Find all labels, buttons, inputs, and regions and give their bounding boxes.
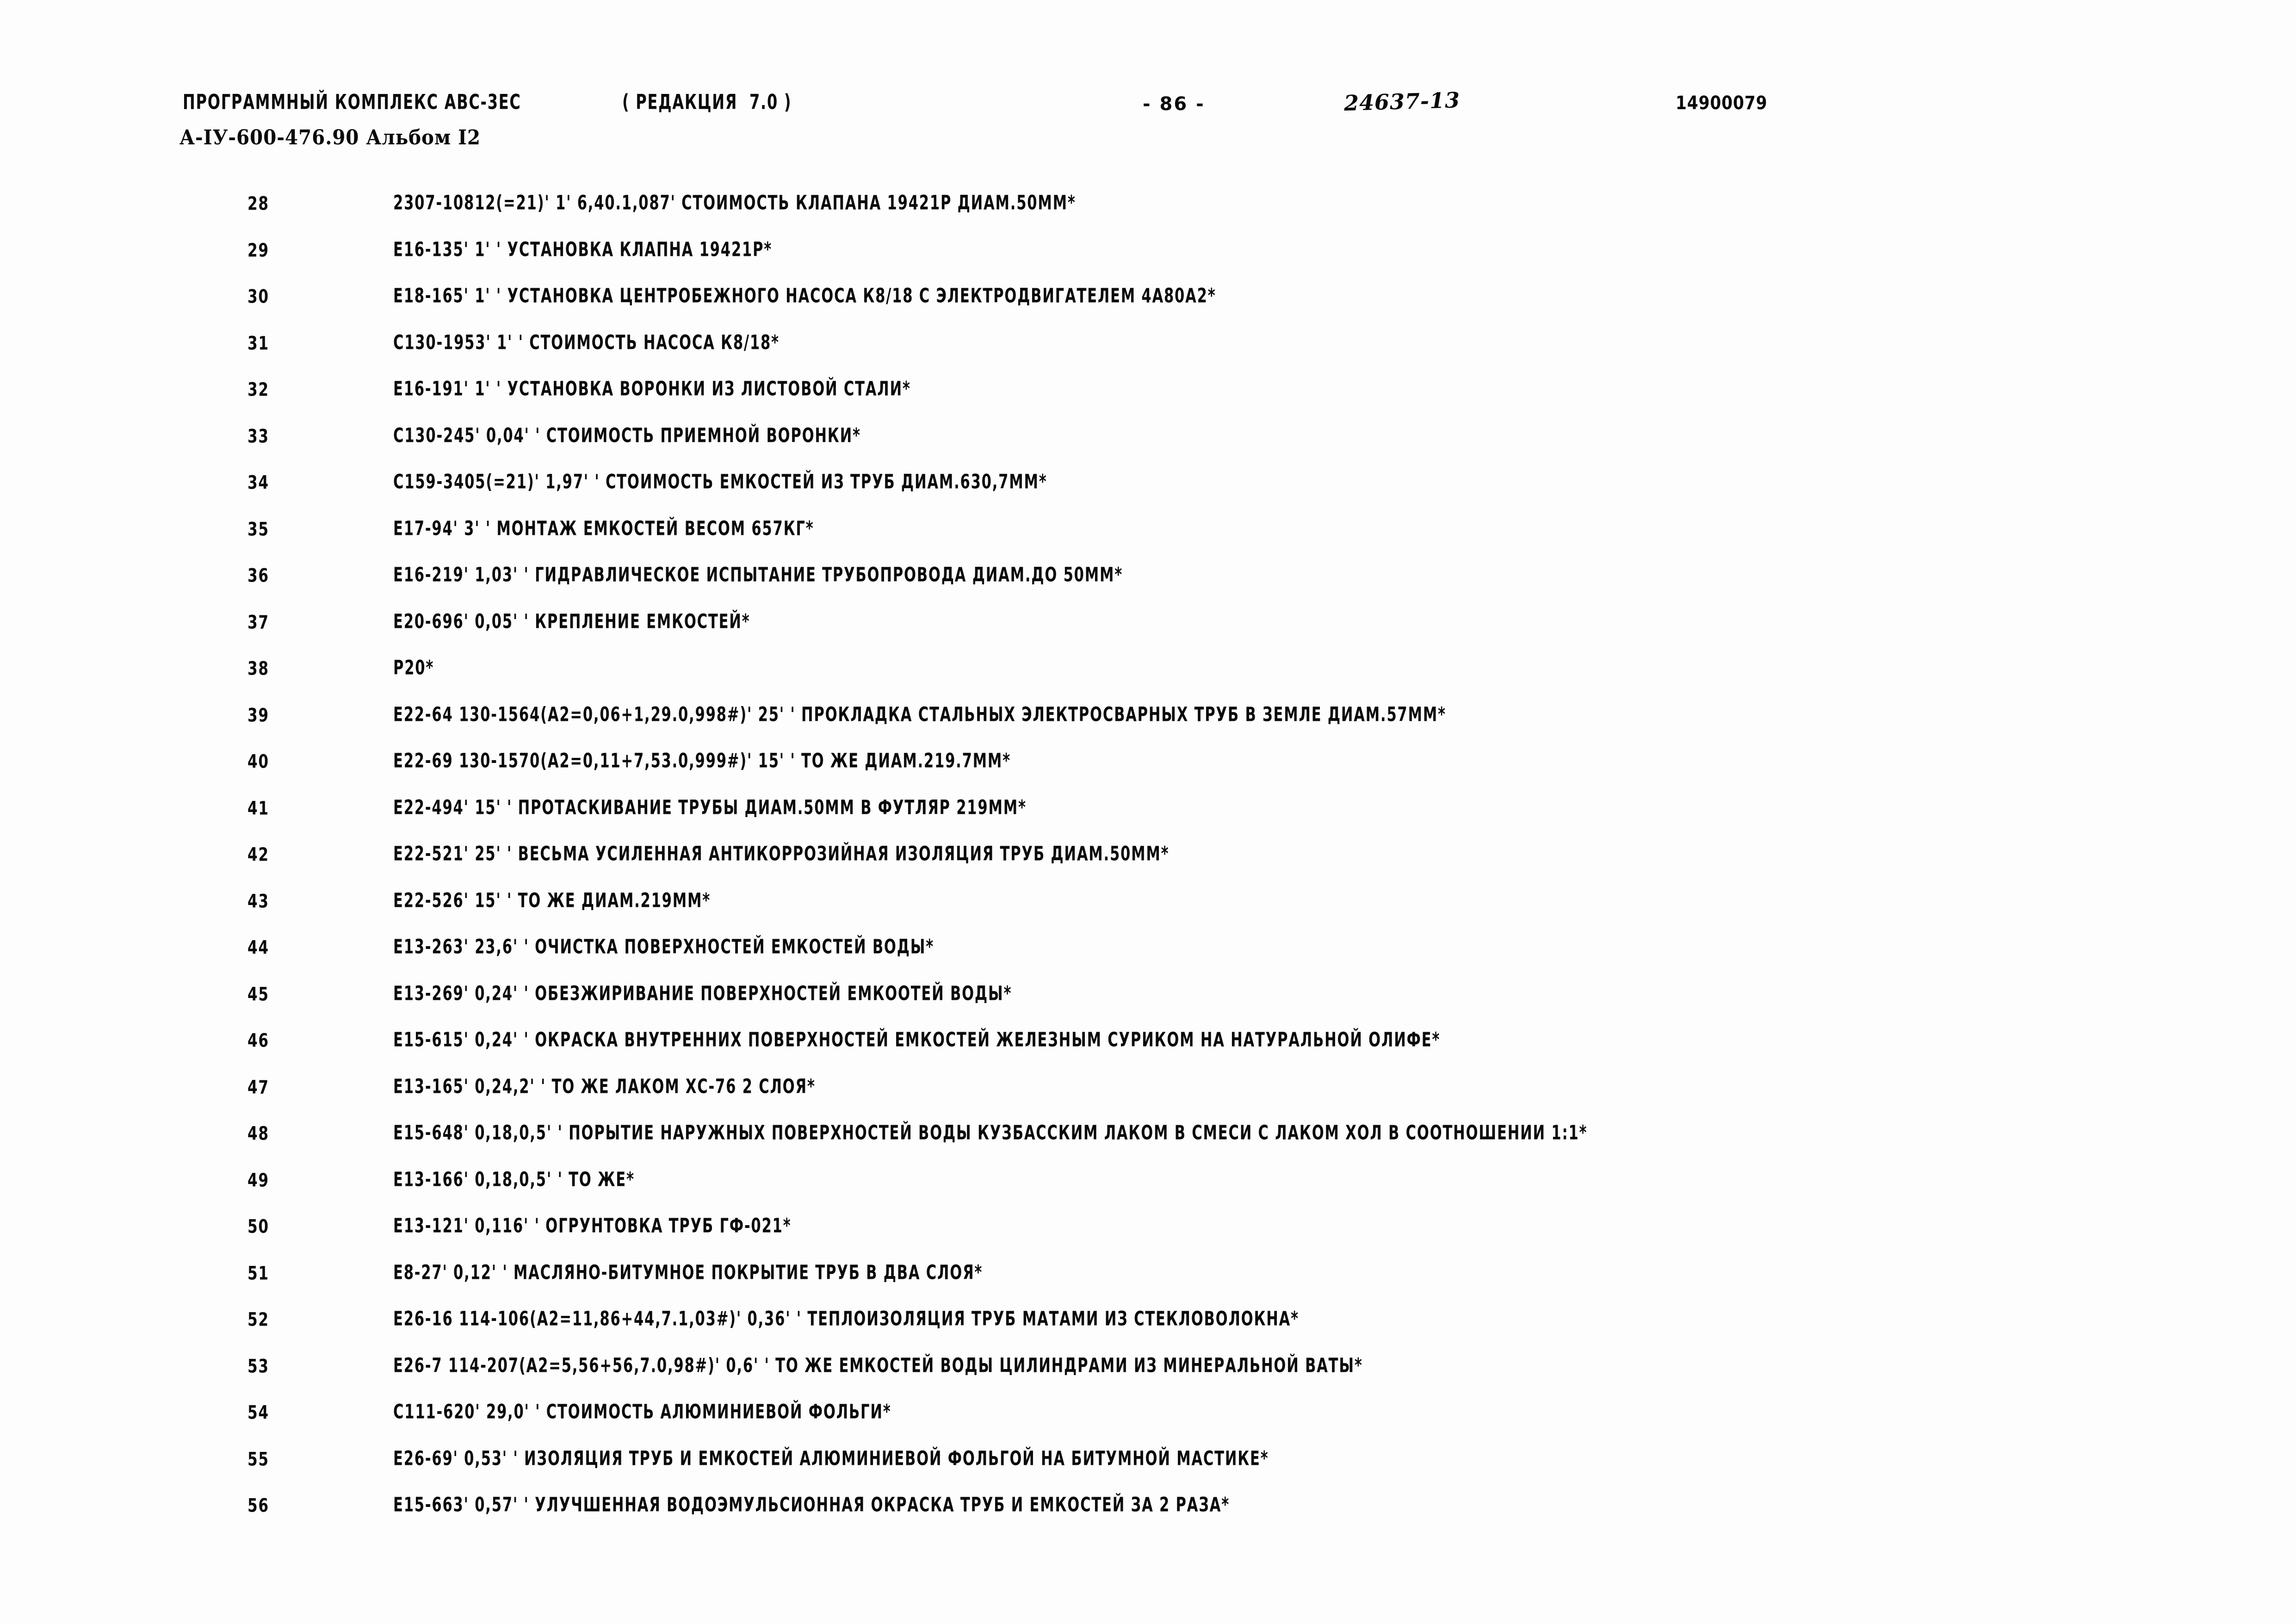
listing-row: 36 Е16-219' 1,03' ' ГИДРАВЛИЧЕСКОЕ ИСПЫТА…	[0, 557, 2296, 604]
listing-row: 29 Е16-135' 1' ' УСТАНОВКА КЛАПНА 19421Р*	[0, 232, 2296, 279]
listing-row: 49 Е13-166' 0,18,0,5' ' ТО ЖЕ*	[0, 1162, 2296, 1209]
row-text: Р20*	[393, 656, 434, 680]
listing-row: 40 Е22-69 130-1570(А2=0,11+7,53.0,999#)' …	[0, 743, 2296, 790]
program-title: ПРОГРАММНЫЙ КОМПЛЕКС АВС-3ЕС	[183, 90, 521, 114]
row-number: 38	[248, 657, 269, 680]
row-number: 45	[248, 983, 269, 1005]
row-number: 51	[248, 1262, 269, 1284]
row-text: Е22-64 130-1564(А2=0,06+1,29.0,998#)' 25…	[393, 703, 1446, 726]
row-number: 42	[248, 843, 269, 866]
row-number: 36	[248, 564, 269, 587]
page-header: ПРОГРАММНЫЙ КОМПЛЕКС АВС-3ЕС ( РЕДАКЦИЯ …	[0, 0, 2296, 157]
handwritten-stamp: 24637-13	[1343, 87, 1461, 116]
listing-row: 45 Е13-269' 0,24' ' ОБЕЗЖИРИВАНИЕ ПОВЕРХН…	[0, 976, 2296, 1023]
listing-row: 47 Е13-165' 0,24,2' ' ТО ЖЕ ЛАКОМ ХС-76 2…	[0, 1069, 2296, 1116]
listing-row: 51 Е8-27' 0,12' ' МАСЛЯНО-БИТУМНОЕ ПОКРЫТ…	[0, 1255, 2296, 1302]
listing-row: 31 С130-1953' 1' ' СТОИМОСТЬ НАСОСА К8/18…	[0, 325, 2296, 372]
row-number: 46	[248, 1029, 269, 1052]
document-code: А-IУ-600-476.90 Альбом I2	[179, 126, 481, 149]
row-text: Е22-526' 15' ' ТО ЖЕ ДИАМ.219ММ*	[393, 889, 711, 912]
row-number: 52	[248, 1308, 269, 1331]
row-text: Е13-269' 0,24' ' ОБЕЗЖИРИВАНИЕ ПОВЕРХНОС…	[393, 982, 1012, 1005]
row-text: Е15-615' 0,24' ' ОКРАСКА ВНУТРЕННИХ ПОВЕ…	[393, 1028, 1441, 1052]
listing-row: 30 Е18-165' 1' ' УСТАНОВКА ЦЕНТРОБЕЖНОГО …	[0, 278, 2296, 325]
listing-row: 37 Е20-696' 0,05' ' КРЕПЛЕНИЕ ЕМКОСТЕЙ*	[0, 604, 2296, 651]
page-number: - 86 -	[1143, 93, 1205, 115]
row-text: Е26-16 114-106(А2=11,86+44,7.1,03#)' 0,3…	[393, 1307, 1299, 1331]
row-number: 56	[248, 1494, 269, 1517]
row-text: Е13-121' 0,116' ' ОГРУНТОВКА ТРУБ ГФ-021…	[393, 1214, 792, 1238]
row-number: 30	[248, 285, 269, 308]
listing-row: 44 Е13-263' 23,6' ' ОЧИСТКА ПОВЕРХНОСТЕЙ …	[0, 929, 2296, 976]
listing-row: 55 Е26-69' 0,53' ' ИЗОЛЯЦИЯ ТРУБ И ЕМКОСТ…	[0, 1441, 2296, 1488]
listing-row: 56 Е15-663' 0,57' ' УЛУЧШЕННАЯ ВОДОЭМУЛЬС…	[0, 1487, 2296, 1534]
row-text: Е26-69' 0,53' ' ИЗОЛЯЦИЯ ТРУБ И ЕМКОСТЕЙ…	[393, 1447, 1269, 1470]
listing-row: 54 С111-620' 29,0' ' СТОИМОСТЬ АЛЮМИНИЕВО…	[0, 1394, 2296, 1441]
row-number: 41	[248, 797, 269, 819]
row-number: 33	[248, 425, 269, 447]
row-text: 2307-10812(=21)' 1' 6,40.1,087' СТОИМОСТ…	[393, 191, 1076, 215]
listing-row: 46 Е15-615' 0,24' ' ОКРАСКА ВНУТРЕННИХ ПО…	[0, 1022, 2296, 1069]
row-number: 40	[248, 750, 269, 773]
row-number: 31	[248, 332, 269, 354]
row-number: 29	[248, 239, 269, 261]
row-number: 54	[248, 1401, 269, 1424]
row-text: С130-245' 0,04' ' СТОИМОСТЬ ПРИЕМНОЙ ВОР…	[393, 424, 861, 447]
row-number: 34	[248, 471, 269, 494]
row-number: 35	[248, 518, 269, 540]
row-number: 28	[248, 192, 269, 215]
row-text: Е15-648' 0,18,0,5' ' ПОРЫТИЕ НАРУЖНЫХ ПО…	[393, 1121, 1588, 1145]
row-text: Е13-165' 0,24,2' ' ТО ЖЕ ЛАКОМ ХС-76 2 С…	[393, 1075, 816, 1098]
listing-row: 53 Е26-7 114-207(А2=5,56+56,7.0,98#)' 0,6…	[0, 1348, 2296, 1395]
row-text: Е22-69 130-1570(А2=0,11+7,53.0,999#)' 15…	[393, 749, 1011, 773]
listing-row: 42 Е22-521' 25' ' ВЕСЬМА УСИЛЕННАЯ АНТИКО…	[0, 836, 2296, 883]
row-text: Е22-494' 15' ' ПРОТАСКИВАНИЕ ТРУБЫ ДИАМ.…	[393, 796, 1027, 819]
row-number: 48	[248, 1122, 269, 1145]
listing-row: 48 Е15-648' 0,18,0,5' ' ПОРЫТИЕ НАРУЖНЫХ …	[0, 1115, 2296, 1162]
row-text: Е16-191' 1' ' УСТАНОВКА ВОРОНКИ ИЗ ЛИСТО…	[393, 377, 911, 401]
row-number: 44	[248, 936, 269, 959]
row-text: С159-3405(=21)' 1,97' ' СТОИМОСТЬ ЕМКОСТ…	[393, 470, 1047, 494]
row-text: Е26-7 114-207(А2=5,56+56,7.0,98#)' 0,6' …	[393, 1354, 1363, 1377]
right-code: 14900079	[1676, 93, 1768, 114]
row-text: Е20-696' 0,05' ' КРЕПЛЕНИЕ ЕМКОСТЕЙ*	[393, 610, 750, 633]
row-text: Е22-521' 25' ' ВЕСЬМА УСИЛЕННАЯ АНТИКОРР…	[393, 842, 1170, 866]
row-number: 47	[248, 1076, 269, 1098]
row-text: С111-620' 29,0' ' СТОИМОСТЬ АЛЮМИНИЕВОЙ …	[393, 1400, 891, 1424]
row-number: 55	[248, 1448, 269, 1470]
row-number: 43	[248, 890, 269, 912]
row-text: Е16-135' 1' ' УСТАНОВКА КЛАПНА 19421Р*	[393, 238, 773, 261]
listing-row: 52 Е26-16 114-106(А2=11,86+44,7.1,03#)' 0…	[0, 1301, 2296, 1348]
listing-row: 39 Е22-64 130-1564(А2=0,06+1,29.0,998#)' …	[0, 697, 2296, 744]
listing-row: 41 Е22-494' 15' ' ПРОТАСКИВАНИЕ ТРУБЫ ДИА…	[0, 790, 2296, 837]
row-number: 53	[248, 1355, 269, 1377]
row-text: С130-1953' 1' ' СТОИМОСТЬ НАСОСА К8/18*	[393, 331, 780, 354]
row-text: Е16-219' 1,03' ' ГИДРАВЛИЧЕСКОЕ ИСПЫТАНИ…	[393, 563, 1123, 587]
row-text: Е18-165' 1' ' УСТАНОВКА ЦЕНТРОБЕЖНОГО НА…	[393, 284, 1216, 308]
listing-row: 34 С159-3405(=21)' 1,97' ' СТОИМОСТЬ ЕМКО…	[0, 464, 2296, 511]
listing-row: 38 Р20*	[0, 650, 2296, 697]
row-text: Е13-166' 0,18,0,5' ' ТО ЖЕ*	[393, 1168, 635, 1191]
row-number: 49	[248, 1169, 269, 1191]
listing-body: 28 2307-10812(=21)' 1' 6,40.1,087' СТОИМО…	[0, 185, 2296, 1534]
listing-row: 28 2307-10812(=21)' 1' 6,40.1,087' СТОИМО…	[0, 185, 2296, 232]
row-number: 39	[248, 704, 269, 726]
listing-row: 32 Е16-191' 1' ' УСТАНОВКА ВОРОНКИ ИЗ ЛИС…	[0, 371, 2296, 418]
row-text: Е13-263' 23,6' ' ОЧИСТКА ПОВЕРХНОСТЕЙ ЕМ…	[393, 935, 934, 959]
listing-row: 50 Е13-121' 0,116' ' ОГРУНТОВКА ТРУБ ГФ-0…	[0, 1208, 2296, 1255]
edition-label: ( РЕДАКЦИЯ 7.0 )	[622, 90, 792, 114]
row-text: Е15-663' 0,57' ' УЛУЧШЕННАЯ ВОДОЭМУЛЬСИО…	[393, 1493, 1230, 1517]
document-page: ПРОГРАММНЫЙ КОМПЛЕКС АВС-3ЕС ( РЕДАКЦИЯ …	[0, 0, 2296, 1624]
row-text: Е17-94' 3' ' МОНТАЖ ЕМКОСТЕЙ ВЕСОМ 657КГ…	[393, 517, 814, 540]
listing-row: 35 Е17-94' 3' ' МОНТАЖ ЕМКОСТЕЙ ВЕСОМ 657…	[0, 511, 2296, 558]
row-number: 32	[248, 378, 269, 401]
row-number: 50	[248, 1215, 269, 1238]
listing-row: 33 С130-245' 0,04' ' СТОИМОСТЬ ПРИЕМНОЙ В…	[0, 418, 2296, 465]
listing-row: 43 Е22-526' 15' ' ТО ЖЕ ДИАМ.219ММ*	[0, 883, 2296, 930]
row-number: 37	[248, 611, 269, 633]
row-text: Е8-27' 0,12' ' МАСЛЯНО-БИТУМНОЕ ПОКРЫТИЕ…	[393, 1261, 983, 1284]
